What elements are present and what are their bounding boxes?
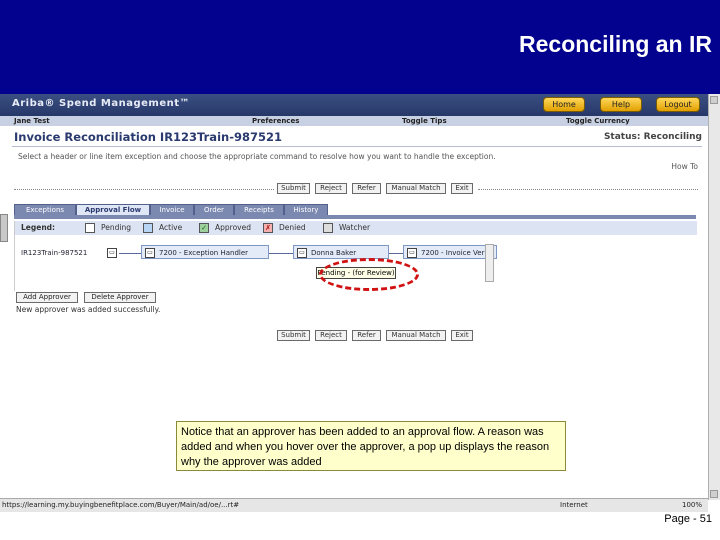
how-to-link[interactable]: How To bbox=[671, 162, 698, 171]
success-message: New approver was added successfully. bbox=[16, 305, 161, 314]
legend-label: Legend: bbox=[21, 223, 56, 232]
flow-connector bbox=[269, 253, 293, 254]
submit-button[interactable]: Submit bbox=[277, 183, 310, 194]
group-node-icon: ▭ bbox=[145, 248, 155, 258]
menu-bar: Jane Test Preferences Toggle Tips Toggle… bbox=[0, 116, 708, 126]
tab-bar: Exceptions Approval Flow Invoice Order R… bbox=[14, 204, 696, 215]
status-url: https://learning.my.buyingbenefitplace.c… bbox=[2, 501, 240, 509]
home-button[interactable]: Home bbox=[543, 97, 585, 112]
watcher-legend-icon bbox=[323, 223, 333, 233]
group-node-icon: ▭ bbox=[407, 248, 417, 258]
tab-approval-flow[interactable]: Approval Flow bbox=[76, 204, 150, 215]
explanation-callout: Notice that an approver has been added t… bbox=[176, 421, 566, 471]
exit-button[interactable]: Exit bbox=[451, 183, 473, 194]
legend-active: Active bbox=[159, 223, 183, 232]
flow-scrollbar[interactable] bbox=[485, 244, 494, 282]
divider-right bbox=[478, 189, 698, 190]
flow-node-1-label: 7200 - Exception Handler bbox=[159, 249, 249, 257]
reject-button-bottom[interactable]: Reject bbox=[315, 330, 347, 341]
active-legend-icon bbox=[143, 223, 153, 233]
divider-left bbox=[14, 189, 274, 190]
app-header: Ariba® Spend Management™ Home Help Logou… bbox=[0, 94, 708, 116]
flow-node-2-label: Donna Baker bbox=[311, 249, 357, 257]
denied-legend-icon: ✗ bbox=[263, 223, 273, 233]
menu-toggle-currency[interactable]: Toggle Currency bbox=[566, 116, 630, 126]
manual-match-button-bottom[interactable]: Manual Match bbox=[386, 330, 446, 341]
reject-button[interactable]: Reject bbox=[315, 183, 347, 194]
legend-pending: Pending bbox=[101, 223, 131, 232]
page-scrollbar[interactable] bbox=[708, 94, 720, 500]
tab-invoice[interactable]: Invoice bbox=[150, 204, 194, 215]
manual-match-button[interactable]: Manual Match bbox=[386, 183, 446, 194]
status-label: Status: Reconciling bbox=[603, 132, 702, 142]
flow-connector bbox=[389, 253, 403, 254]
start-node-icon: ▭ bbox=[107, 248, 117, 258]
scroll-up-icon[interactable] bbox=[710, 96, 718, 104]
flow-connector bbox=[119, 253, 141, 254]
exit-button-bottom[interactable]: Exit bbox=[451, 330, 473, 341]
user-node-icon: ▭ bbox=[297, 248, 307, 258]
submit-button-bottom[interactable]: Submit bbox=[277, 330, 310, 341]
scroll-down-icon[interactable] bbox=[710, 490, 718, 498]
legend: Legend: Pending Active ✓ Approved ✗ Deni… bbox=[15, 221, 697, 235]
tab-order[interactable]: Order bbox=[194, 204, 234, 215]
legend-approved: Approved bbox=[215, 223, 251, 232]
status-zone: Internet bbox=[560, 501, 588, 509]
menu-toggle-tips[interactable]: Toggle Tips bbox=[402, 116, 447, 126]
user-name: Jane Test bbox=[14, 117, 50, 125]
legend-watcher: Watcher bbox=[339, 223, 371, 232]
tab-history[interactable]: History bbox=[284, 204, 328, 215]
status-zoom[interactable]: 100% bbox=[682, 499, 702, 512]
add-approver-button[interactable]: Add Approver bbox=[16, 292, 78, 303]
approved-legend-icon: ✓ bbox=[199, 223, 209, 233]
flow-start-node: IR123Train-987521 bbox=[21, 249, 88, 257]
tab-exceptions[interactable]: Exceptions bbox=[14, 204, 76, 215]
instructions-text: Select a header or line item exception a… bbox=[18, 152, 496, 161]
slide-banner: Reconciling an IR bbox=[0, 0, 720, 94]
pending-legend-icon bbox=[85, 223, 95, 233]
refer-button-bottom[interactable]: Refer bbox=[352, 330, 381, 341]
page-title: Invoice Reconciliation IR123Train-987521 bbox=[14, 130, 282, 144]
menu-preferences[interactable]: Preferences bbox=[252, 116, 299, 126]
highlight-annotation bbox=[319, 258, 419, 291]
legend-denied: Denied bbox=[279, 223, 306, 232]
flow-node-3-label: 7200 - Invoice Ver bbox=[421, 249, 485, 257]
brand-logo: Ariba® Spend Management™ bbox=[12, 98, 190, 109]
tab-receipts[interactable]: Receipts bbox=[234, 204, 284, 215]
delete-approver-button[interactable]: Delete Approver bbox=[84, 292, 156, 303]
slide-title: Reconciling an IR bbox=[519, 31, 712, 57]
refer-button[interactable]: Refer bbox=[352, 183, 381, 194]
page-number: Page - 51 bbox=[664, 513, 712, 525]
tab-underline bbox=[14, 215, 696, 219]
side-collapse-tab[interactable] bbox=[0, 214, 8, 242]
help-button[interactable]: Help bbox=[600, 97, 642, 112]
logout-button[interactable]: Logout bbox=[656, 97, 700, 112]
browser-status-bar: https://learning.my.buyingbenefitplace.c… bbox=[0, 498, 708, 512]
title-divider bbox=[12, 146, 702, 147]
